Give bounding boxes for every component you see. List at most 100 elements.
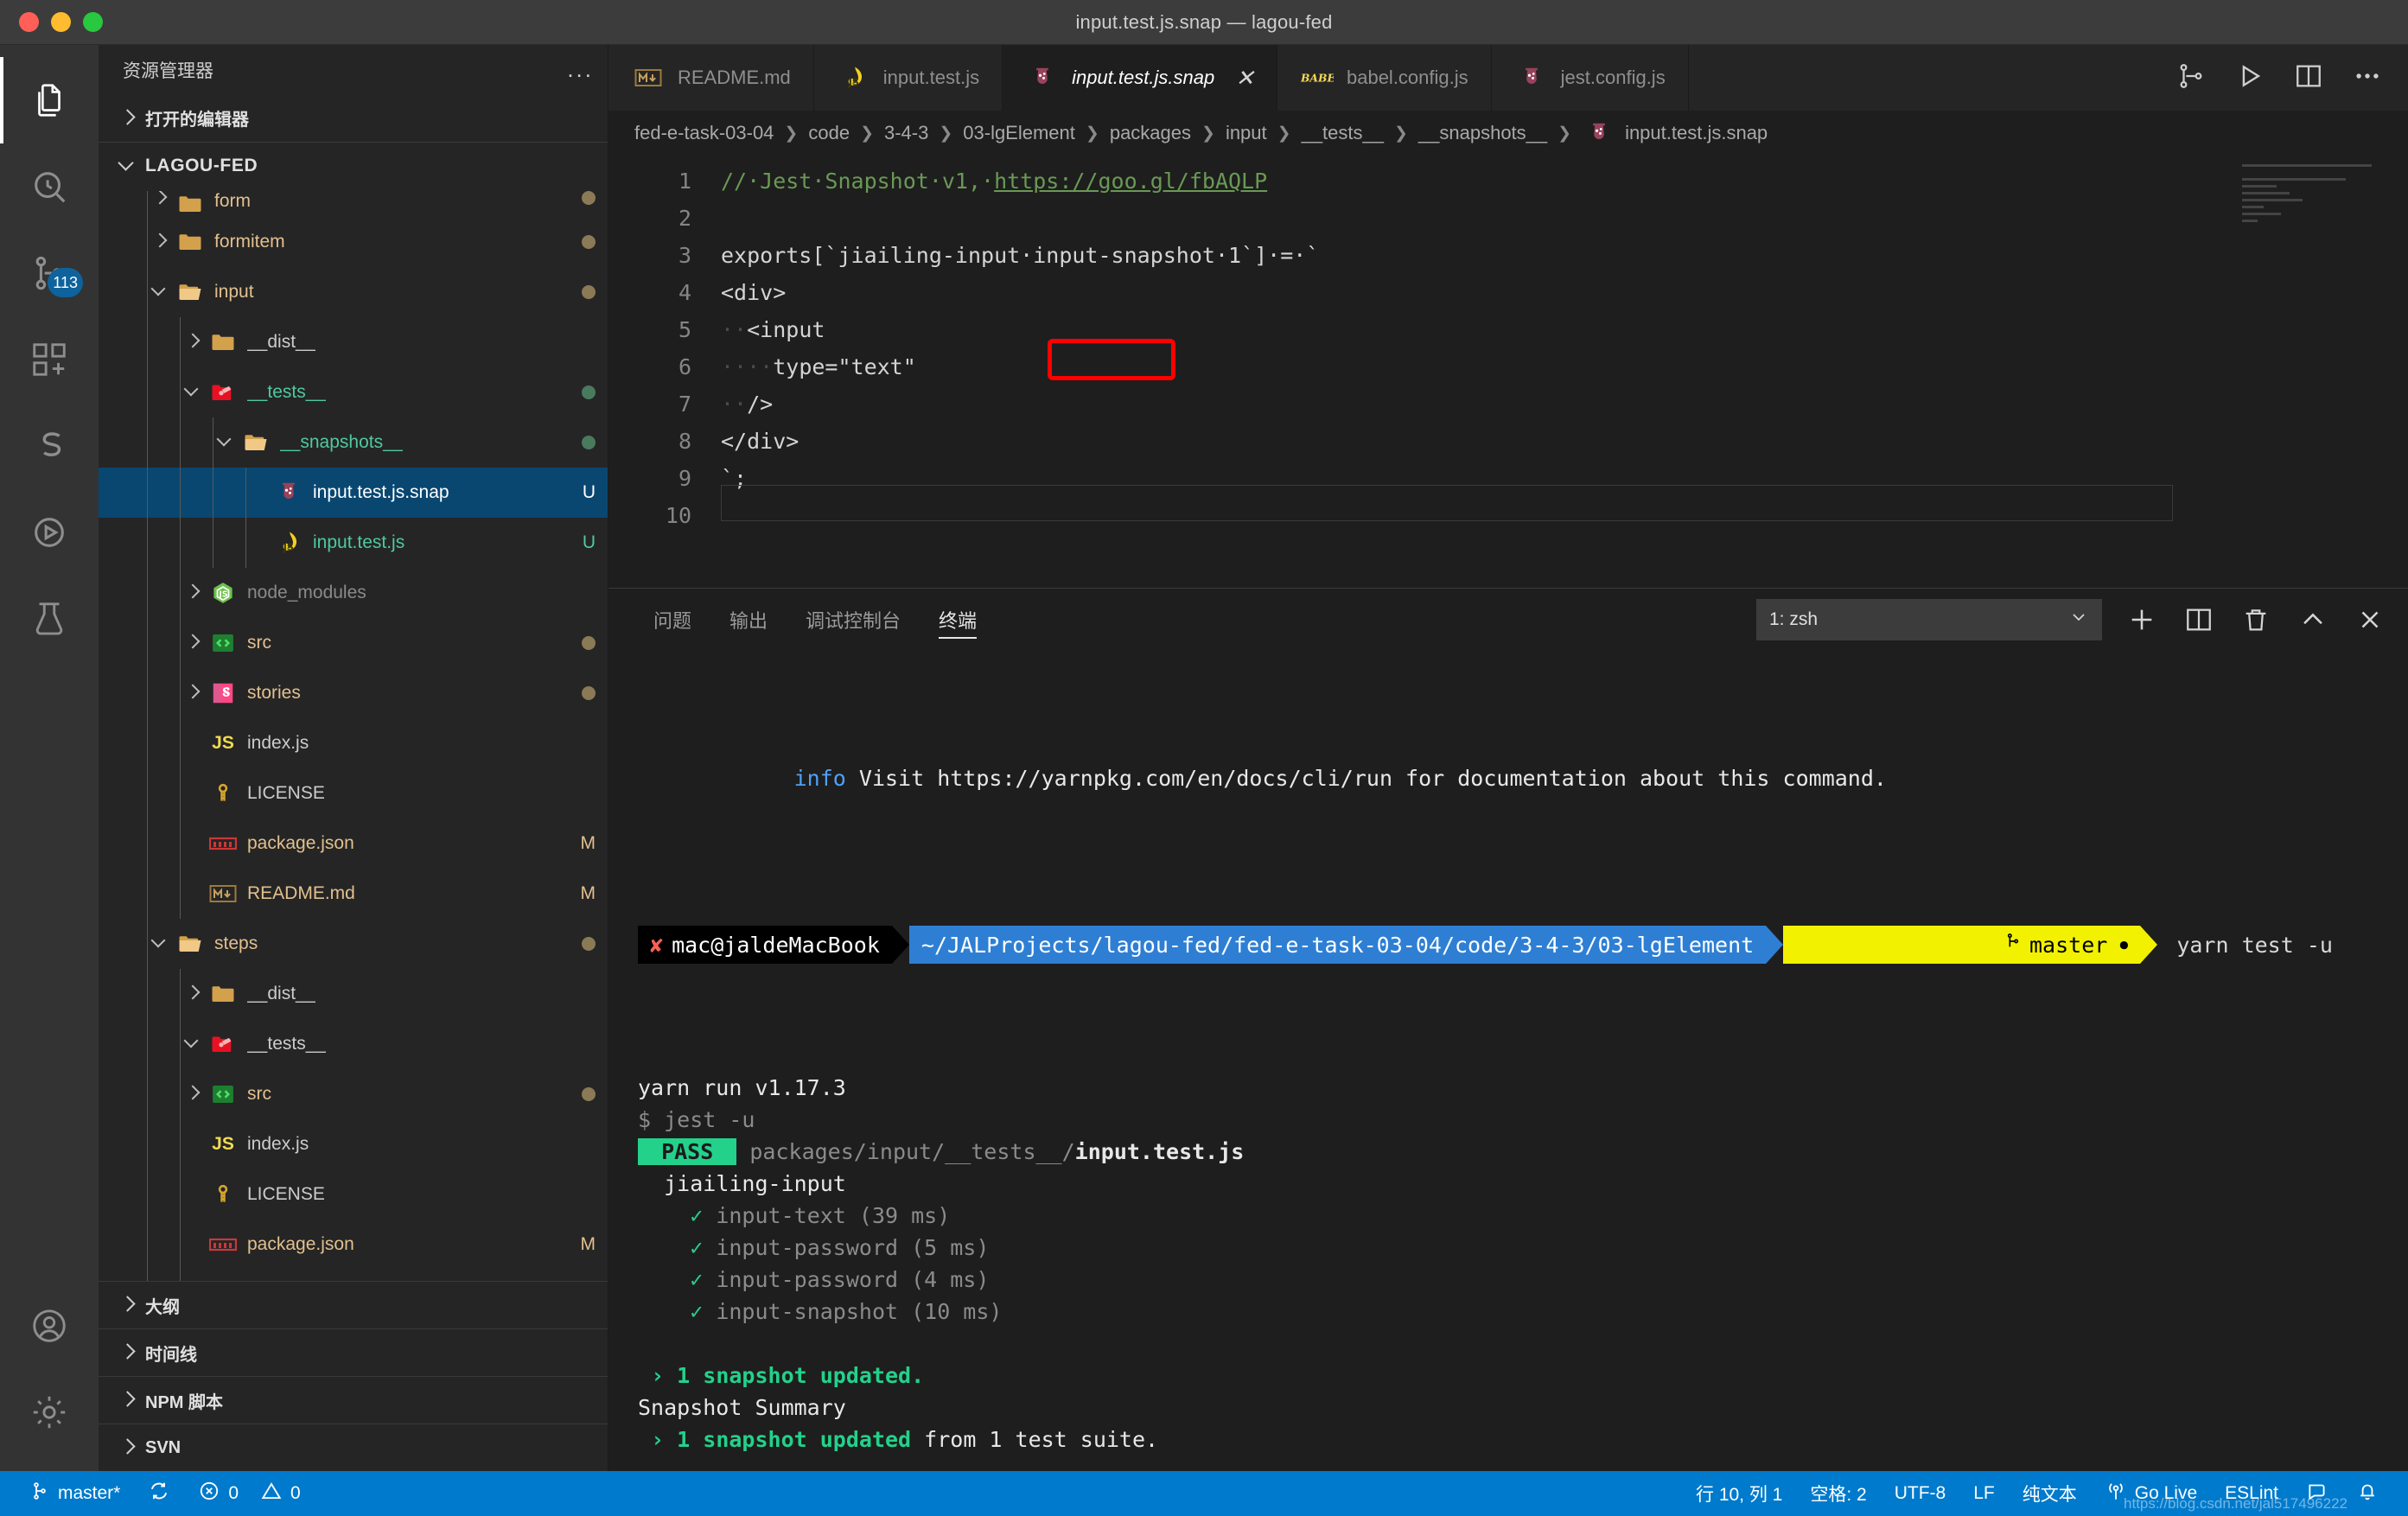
tree-row[interactable]: README.mdM: [99, 869, 608, 919]
activity-run-debug[interactable]: [0, 489, 99, 576]
breadcrumb-item[interactable]: input: [1226, 122, 1267, 144]
chevron-down-icon[interactable]: [180, 1036, 206, 1052]
status-errors[interactable]: 0 0: [184, 1471, 314, 1516]
status-eol[interactable]: LF: [1959, 1471, 2009, 1516]
split-editor-icon[interactable]: [2294, 61, 2323, 95]
tree-row[interactable]: formitem: [99, 217, 608, 267]
close-icon[interactable]: ✕: [1235, 65, 1254, 92]
code-editor[interactable]: 1//·Jest·Snapshot·v1,·https://goo.gl/fbA…: [608, 156, 2408, 588]
sidebar-item-svn[interactable]: SVN: [99, 1424, 608, 1471]
activity-extensions[interactable]: [0, 316, 99, 403]
breadcrumb-item[interactable]: 3-4-3: [884, 122, 928, 144]
editor-tab[interactable]: JSinput.test.js: [814, 45, 1003, 111]
tree-row[interactable]: src: [99, 618, 608, 668]
tree-row[interactable]: LICENSE: [99, 1169, 608, 1220]
chevron-right-icon[interactable]: [180, 1086, 206, 1102]
activity-manage[interactable]: [0, 1369, 99, 1455]
breadcrumb-item[interactable]: input.test.js.snap: [1582, 120, 1768, 146]
tree-row[interactable]: __tests__: [99, 367, 608, 417]
sidebar-item-npm-scripts[interactable]: NPM 脚本: [99, 1376, 608, 1424]
file-tree[interactable]: formformiteminput__dist____tests____snap…: [99, 189, 608, 1281]
terminal-output[interactable]: info Visit https://yarnpkg.com/en/docs/c…: [608, 651, 2408, 1471]
tree-row[interactable]: JSindex.js: [99, 718, 608, 768]
editor-tab-active[interactable]: input.test.js.snap✕: [1003, 45, 1277, 111]
editor-tab-bar[interactable]: README.mdJSinput.test.jsinput.test.js.sn…: [608, 45, 2408, 111]
activity-search[interactable]: [0, 143, 99, 230]
sidebar-item-outline[interactable]: 大纲: [99, 1281, 608, 1328]
split-terminal-icon[interactable]: [2182, 602, 2216, 637]
breadcrumb-item[interactable]: __snapshots__: [1418, 122, 1547, 144]
breadcrumb-item[interactable]: code: [808, 122, 850, 144]
status-go-live[interactable]: Go Live: [2091, 1471, 2211, 1516]
tab-problems[interactable]: 问题: [634, 589, 710, 651]
tab-output[interactable]: 输出: [710, 589, 787, 651]
breadcrumb-item[interactable]: __tests__: [1302, 122, 1384, 144]
terminal-selector[interactable]: 1: zsh: [1756, 599, 2102, 640]
status-eslint[interactable]: ESLint: [2211, 1471, 2292, 1516]
new-terminal-icon[interactable]: [2125, 602, 2159, 637]
run-play-icon[interactable]: [2235, 61, 2265, 95]
explorer-more-icon[interactable]: ...: [567, 56, 594, 83]
chevron-down-icon[interactable]: [180, 385, 206, 400]
kill-terminal-icon[interactable]: [2239, 602, 2273, 637]
tree-row[interactable]: input: [99, 267, 608, 317]
tree-row[interactable]: form: [99, 191, 608, 217]
tree-row-selected[interactable]: input.test.js.snapU: [99, 468, 608, 518]
status-sync[interactable]: [134, 1471, 184, 1516]
status-cursor-position[interactable]: 行 10, 列 1: [1682, 1471, 1796, 1516]
chevron-right-icon[interactable]: [147, 191, 173, 207]
breadcrumb[interactable]: fed-e-task-03-04❯code❯3-4-3❯03-lgElement…: [608, 111, 2408, 156]
tab-terminal[interactable]: 终端: [920, 589, 996, 651]
breadcrumb-item[interactable]: packages: [1110, 122, 1191, 144]
chevron-right-icon[interactable]: [180, 685, 206, 701]
tree-row[interactable]: stories: [99, 668, 608, 718]
status-language-mode[interactable]: 纯文本: [2009, 1471, 2091, 1516]
editor-tab[interactable]: BABELbabel.config.js: [1277, 45, 1492, 111]
chevron-down-icon[interactable]: [213, 435, 239, 450]
status-encoding[interactable]: UTF-8: [1881, 1471, 1960, 1516]
tree-row[interactable]: JSinput.test.jsU: [99, 518, 608, 568]
chevron-right-icon[interactable]: [180, 334, 206, 350]
chevron-right-icon[interactable]: [180, 986, 206, 1002]
tree-row[interactable]: __tests__: [99, 1019, 608, 1069]
sidebar-item-timeline[interactable]: 时间线: [99, 1328, 608, 1376]
activity-settings-sync[interactable]: [0, 403, 99, 489]
git-status-badge: U: [583, 532, 596, 553]
tree-row[interactable]: package.jsonM: [99, 1220, 608, 1270]
tree-row[interactable]: steps: [99, 919, 608, 969]
tree-row[interactable]: package.jsonM: [99, 819, 608, 869]
tree-row[interactable]: README.mdM: [99, 1270, 608, 1281]
chevron-right-icon[interactable]: [180, 585, 206, 601]
tree-row[interactable]: LICENSE: [99, 768, 608, 819]
breadcrumb-item[interactable]: 03-lgElement: [963, 122, 1075, 144]
activity-explorer[interactable]: [0, 57, 99, 143]
tree-row[interactable]: __snapshots__: [99, 417, 608, 468]
breadcrumb-item[interactable]: fed-e-task-03-04: [634, 122, 774, 144]
tree-row[interactable]: JSindex.js: [99, 1119, 608, 1169]
tree-row[interactable]: __dist__: [99, 969, 608, 1019]
tab-debug-console[interactable]: 调试控制台: [787, 589, 920, 651]
editor-tab[interactable]: jest.config.js: [1492, 45, 1689, 111]
status-branch[interactable]: master*: [16, 1471, 134, 1516]
activity-test-explorer[interactable]: [0, 576, 99, 662]
editor-tab[interactable]: README.md: [608, 45, 814, 111]
chevron-right-icon[interactable]: [147, 234, 173, 250]
status-bell[interactable]: [2342, 1471, 2392, 1516]
chevron-down-icon[interactable]: [147, 284, 173, 300]
maximize-panel-icon[interactable]: [2296, 602, 2330, 637]
tree-row[interactable]: src: [99, 1069, 608, 1119]
sidebar-item-open-editors[interactable]: 打开的编辑器: [99, 94, 608, 142]
activity-accounts[interactable]: [0, 1283, 99, 1369]
tree-row[interactable]: JSnode_modules: [99, 568, 608, 618]
tree-row[interactable]: __dist__: [99, 317, 608, 367]
chevron-right-icon[interactable]: [180, 635, 206, 651]
status-feedback[interactable]: [2292, 1471, 2342, 1516]
status-indentation[interactable]: 空格: 2: [1796, 1471, 1880, 1516]
sidebar-item-workspace[interactable]: LAGOU-FED: [99, 142, 608, 189]
minimap[interactable]: [2242, 164, 2398, 268]
more-actions-icon[interactable]: [2353, 61, 2382, 95]
split-merge-icon[interactable]: [2176, 61, 2206, 95]
activity-source-control[interactable]: 113: [0, 230, 99, 316]
chevron-down-icon[interactable]: [147, 936, 173, 952]
close-panel-icon[interactable]: [2353, 602, 2387, 637]
